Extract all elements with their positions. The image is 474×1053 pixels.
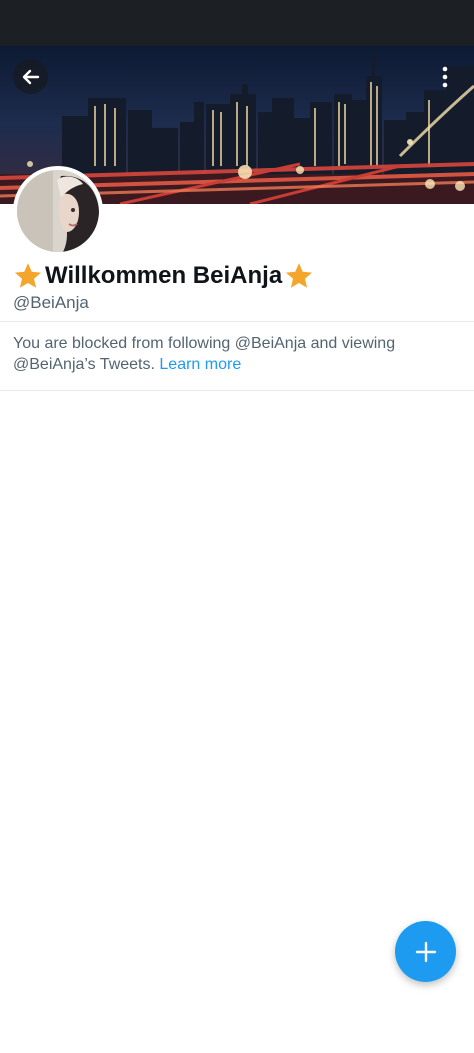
divider <box>0 390 474 391</box>
profile-display-name: Willkommen BeiAnja <box>13 259 314 293</box>
more-vertical-icon <box>442 66 448 87</box>
learn-more-link[interactable]: Learn more <box>159 356 241 373</box>
avatar-photo <box>17 170 99 252</box>
back-button[interactable] <box>13 59 48 94</box>
avatar[interactable] <box>13 166 103 256</box>
star-icon <box>286 263 313 288</box>
blocked-notice: You are blocked from following @BeiAnja … <box>13 333 453 375</box>
plus-icon <box>415 941 436 962</box>
status-bar <box>0 0 474 46</box>
profile-handle: @BeiAnja <box>13 293 89 312</box>
display-name-text: Willkommen BeiAnja <box>45 262 283 289</box>
star-icon <box>15 263 41 288</box>
compose-tweet-button[interactable] <box>395 921 456 982</box>
profile-screen: Willkommen BeiAnja @BeiAnja You are bloc… <box>0 0 474 1053</box>
arrow-left-icon <box>22 69 39 84</box>
divider <box>0 321 474 322</box>
more-options-button[interactable] <box>430 59 460 94</box>
